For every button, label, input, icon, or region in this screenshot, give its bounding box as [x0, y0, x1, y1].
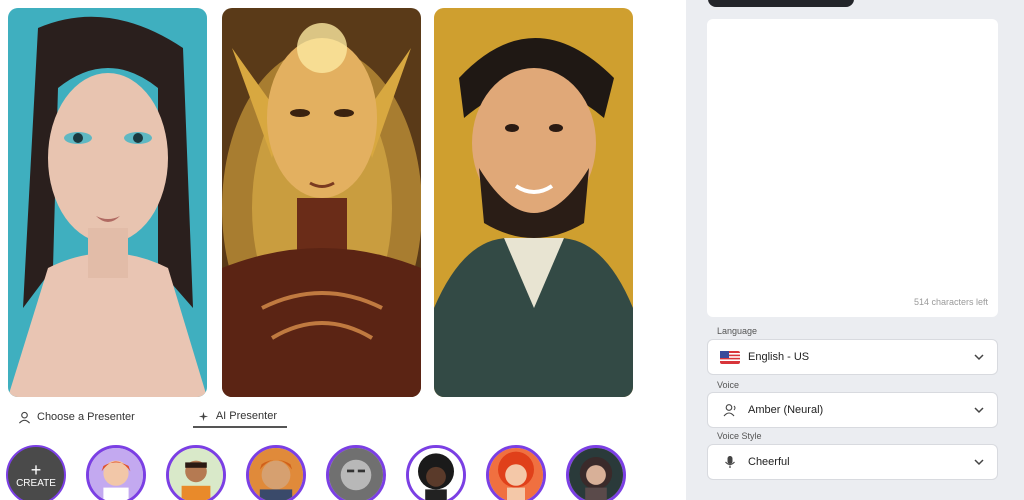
us-flag-icon — [720, 350, 740, 364]
plus-icon: + — [30, 459, 42, 480]
presenter-image-woman — [8, 8, 207, 397]
avatar-row: + CREATE — [6, 445, 626, 500]
chevron-down-icon — [974, 459, 984, 466]
avatar-fantasy-woman[interactable] — [566, 445, 626, 500]
tab-choose-presenter[interactable]: Choose a Presenter — [14, 406, 145, 428]
language-value: English - US — [748, 351, 810, 363]
character-count: 514 characters left — [913, 297, 988, 307]
presenter-card-man[interactable] — [434, 8, 633, 397]
person-voice-icon — [720, 403, 740, 417]
voice-select[interactable]: Amber (Neural) — [707, 392, 998, 428]
avatar-gray-face[interactable] — [326, 445, 386, 500]
app-root: Choose a Presenter AI Presenter + CREATE — [0, 0, 1024, 500]
presenter-card-woman[interactable] — [8, 8, 207, 397]
presenter-tabs: Choose a Presenter AI Presenter — [14, 406, 287, 428]
presenter-image-alien — [222, 8, 421, 397]
tab-ai-presenter-label: AI Presenter — [215, 410, 277, 422]
voice-style-select[interactable]: Cheerful — [707, 444, 998, 480]
chevron-down-icon — [974, 354, 984, 361]
create-avatar-button[interactable]: + CREATE — [6, 445, 66, 500]
avatar-red-hair-woman[interactable] — [486, 445, 546, 500]
voice-style-value: Cheerful — [748, 456, 790, 468]
voice-label: Voice — [717, 380, 740, 390]
chevron-down-icon — [974, 407, 984, 414]
create-label: CREATE — [16, 477, 56, 489]
voice-value: Amber (Neural) — [748, 404, 824, 416]
person-icon — [18, 411, 31, 423]
language-label: Language — [717, 326, 758, 336]
avatar-orange-hair-man[interactable] — [246, 445, 306, 500]
tab-ai-presenter[interactable]: AI Presenter — [192, 406, 287, 428]
top-action-button[interactable] — [708, 0, 854, 7]
sparkle-icon — [198, 411, 208, 421]
microphone-icon — [720, 455, 740, 469]
language-select[interactable]: English - US — [707, 339, 998, 375]
presenter-card-alien[interactable] — [222, 8, 421, 397]
voice-style-label: Voice Style — [717, 431, 762, 441]
script-textarea[interactable]: 514 characters left — [707, 19, 998, 317]
presenter-image-man — [434, 8, 633, 397]
avatar-man-orange-shirt[interactable] — [166, 445, 226, 500]
avatar-redhead-cartoon[interactable] — [86, 445, 146, 500]
tab-choose-presenter-label: Choose a Presenter — [37, 411, 135, 423]
avatar-dark-curly-hair[interactable] — [406, 445, 466, 500]
